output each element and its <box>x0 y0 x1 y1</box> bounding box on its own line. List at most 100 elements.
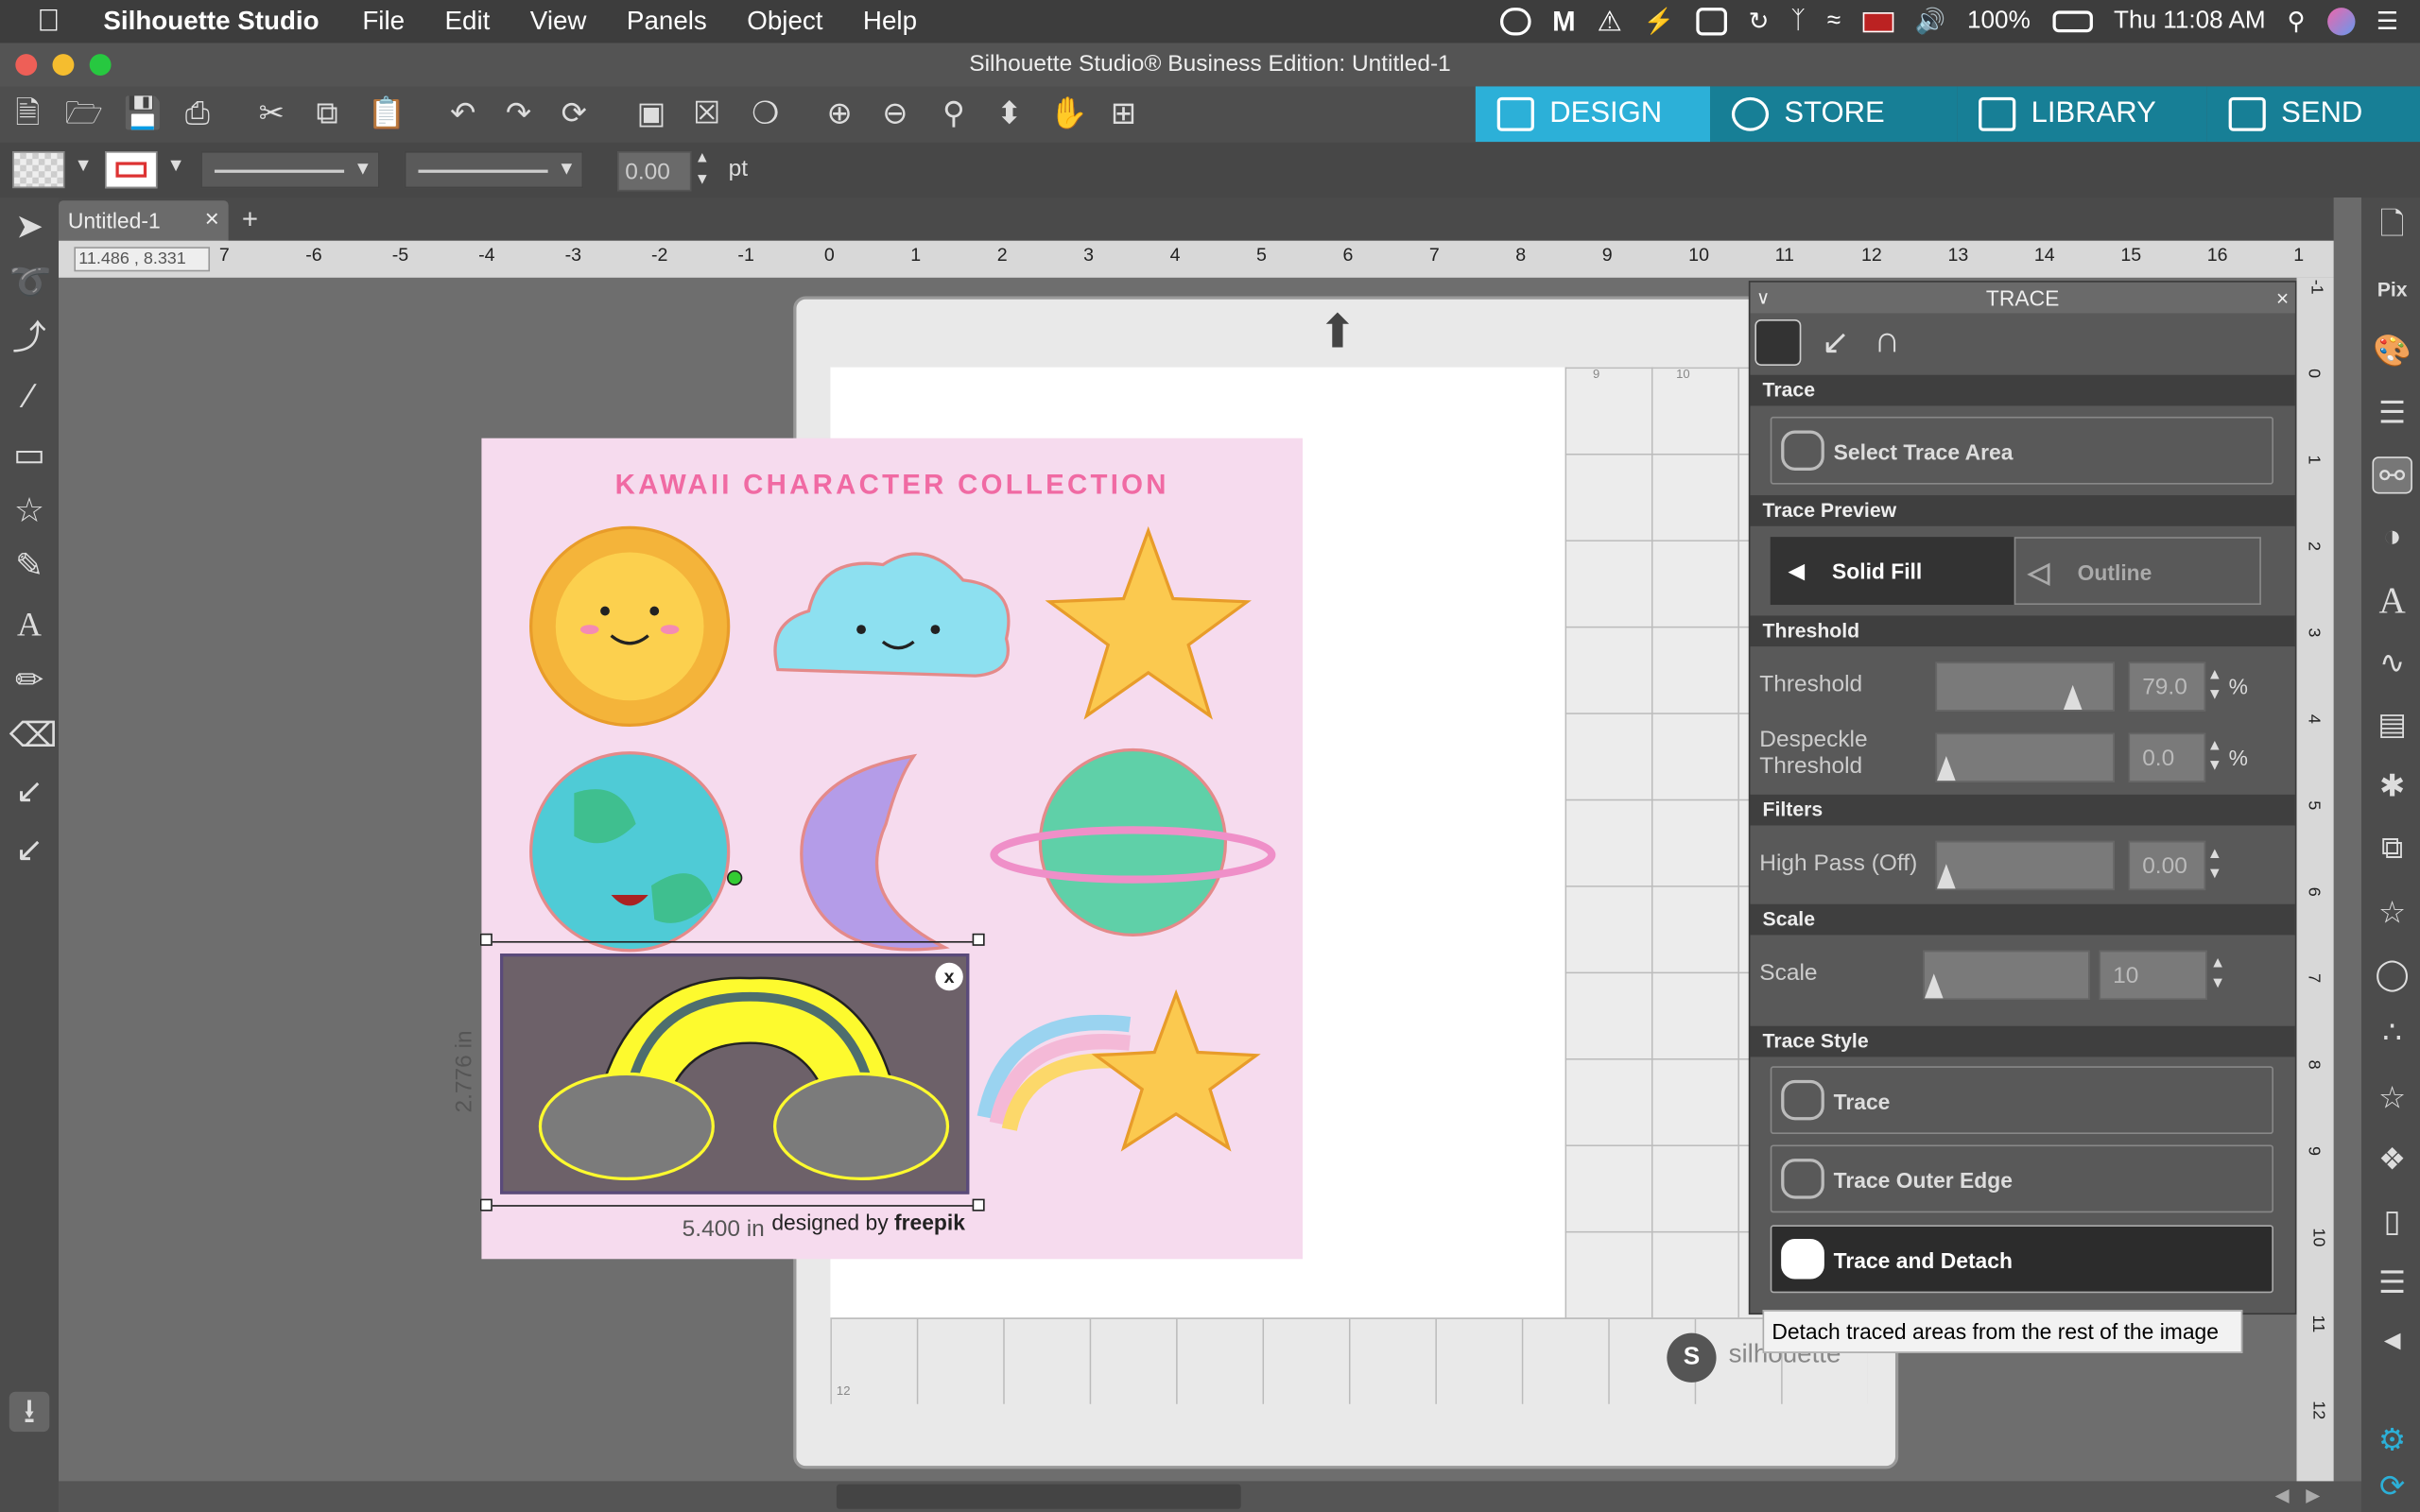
collapse-panel-icon[interactable]: ∨ <box>1756 283 1770 314</box>
fill-swatch[interactable] <box>12 151 65 189</box>
new-document-icon[interactable]: 🗎 <box>9 95 46 132</box>
cloud-icon[interactable] <box>1499 8 1531 36</box>
resize-handle-top-left[interactable] <box>479 933 493 946</box>
collapse-arrow-icon[interactable]: ◀ <box>2372 1321 2411 1358</box>
trace-panel-icon[interactable]: ⚯ <box>2372 456 2412 494</box>
high-pass-input[interactable]: 0.00 <box>2128 840 2206 891</box>
threshold-input[interactable]: 79.0 <box>2128 662 2206 712</box>
scroll-thumb[interactable] <box>836 1484 1241 1509</box>
ungroup-icon[interactable]: ☒ <box>688 95 725 132</box>
redraw-icon[interactable]: ⟳ <box>556 95 593 132</box>
line-width-input[interactable]: 0.00 <box>617 151 692 192</box>
pixscan-icon[interactable]: Pix <box>2372 271 2411 308</box>
battery-icon[interactable] <box>2051 10 2093 33</box>
compound-path-icon[interactable]: ❍ <box>747 95 784 132</box>
alert-icon[interactable]: ⚠ <box>1598 6 1622 38</box>
notification-icon[interactable]: ☰ <box>2377 7 2398 38</box>
trace-mode-tab[interactable] <box>1754 318 1802 366</box>
zoom-select-icon[interactable]: ⚲ <box>935 95 972 132</box>
select-arrow-icon[interactable]: ➤ <box>9 207 49 247</box>
menu-edit[interactable]: Edit <box>445 7 491 38</box>
despeckle-slider[interactable] <box>1935 732 2115 782</box>
rectangle-tool-icon[interactable]: ▭ <box>9 435 49 474</box>
eyedropper-tool-icon[interactable]: ↙ <box>9 830 49 869</box>
menu-file[interactable]: File <box>362 7 405 38</box>
resize-handle-bottom-right[interactable] <box>972 1198 985 1211</box>
outline-button[interactable]: ◁ Outline <box>2014 537 2261 606</box>
fit-to-window-icon[interactable]: ⊞ <box>1105 95 1142 132</box>
tab-library[interactable]: LIBRARY <box>1957 86 2207 143</box>
text-tool-icon[interactable]: A <box>9 605 49 644</box>
time-machine-icon[interactable]: ↻ <box>1749 7 1770 38</box>
dots-icon[interactable]: ∴ <box>2372 1015 2411 1052</box>
m-icon[interactable]: M <box>1552 6 1575 38</box>
open-folder-icon[interactable]: 🗁 <box>65 95 104 132</box>
close-panel-icon[interactable]: × <box>2276 283 2289 314</box>
add-tab-button[interactable]: + <box>234 200 266 237</box>
point-edit-icon[interactable]: ➰ <box>9 263 52 302</box>
volume-icon[interactable]: 🔊 <box>1915 7 1946 38</box>
solid-fill-button[interactable]: ◄ Solid Fill <box>1770 537 2014 606</box>
despeckle-input[interactable]: 0.0 <box>2128 732 2206 782</box>
high-pass-thumb[interactable] <box>1937 864 1956 889</box>
line-end-select[interactable]: ▼ <box>404 151 584 189</box>
airplay-icon[interactable] <box>1696 8 1727 36</box>
threshold-slider[interactable] <box>1935 662 2115 712</box>
siri-icon[interactable] <box>2326 8 2355 36</box>
scale-input[interactable]: 10 <box>2099 950 2207 1000</box>
search-icon[interactable]: ⚲ <box>2288 7 2306 38</box>
bolt-icon[interactable]: ⚡ <box>1644 7 1675 38</box>
despeckle-thumb[interactable] <box>1937 756 1956 782</box>
select-trace-area-button[interactable]: Select Trace Area <box>1770 416 2273 485</box>
star-outline-icon[interactable]: ☆ <box>2372 1080 2411 1117</box>
polygon-tool-icon[interactable]: ☆ <box>9 490 49 530</box>
magnet-mode-icon[interactable]: ∩ <box>1874 319 1900 363</box>
menu-object[interactable]: Object <box>747 7 822 38</box>
eraser-tool-icon[interactable]: ⌫ <box>9 716 58 756</box>
line-color-swatch[interactable] <box>105 151 158 189</box>
menu-view[interactable]: View <box>530 7 587 38</box>
eyedropper-mode-icon[interactable]: ↙ <box>1822 322 1850 362</box>
pan-hand-icon[interactable]: ✋ <box>1049 95 1088 132</box>
horizontal-scrollbar[interactable]: ◀ ▶ <box>59 1481 2362 1512</box>
contrast-icon[interactable]: ◑ <box>2372 519 2411 556</box>
transform-icon[interactable]: ✱ <box>2372 768 2411 805</box>
pencil-tool-icon[interactable]: ✎ <box>9 546 49 586</box>
tab-untitled-1[interactable]: Untitled-1 × <box>59 200 229 241</box>
import-tray-icon[interactable]: ⭳ <box>9 1391 50 1433</box>
line-color-dropdown-icon[interactable]: ▼ <box>166 154 184 176</box>
threshold-thumb[interactable] <box>2064 684 2083 711</box>
redo-icon[interactable]: ↷ <box>500 95 537 132</box>
scroll-right-icon[interactable]: ▶ <box>2306 1485 2320 1506</box>
align-icon[interactable]: ▤ <box>2372 707 2411 744</box>
line-style-select[interactable]: ▼ <box>200 151 380 189</box>
wifi-icon[interactable]: ≈ <box>1827 8 1841 35</box>
tab-store[interactable]: STORE <box>1710 86 1958 143</box>
fill-dropdown-icon[interactable]: ▼ <box>74 154 92 176</box>
app-name[interactable]: Silhouette Studio <box>103 7 319 38</box>
menu-help[interactable]: Help <box>863 7 917 38</box>
clock[interactable]: Thu 11:08 AM <box>2114 8 2266 35</box>
resize-handle-bottom-left[interactable] <box>479 1198 493 1211</box>
line-tool-icon[interactable]: ∕ <box>9 376 49 416</box>
puzzle-icon[interactable]: ❖ <box>2372 1142 2411 1178</box>
close-tab-icon[interactable]: × <box>205 200 219 240</box>
text-style-icon[interactable]: A <box>2372 583 2411 620</box>
replicate-icon[interactable]: ⧉ <box>2372 830 2411 867</box>
copy-icon[interactable]: ⧉ <box>309 95 346 132</box>
trace-button[interactable]: Trace <box>1770 1066 2273 1135</box>
fit-page-icon[interactable]: ⬍ <box>991 95 1028 132</box>
threshold-stepper[interactable]: ▲ ▼ <box>2207 665 2222 705</box>
resize-handle-top-right[interactable] <box>972 933 985 946</box>
cut-icon[interactable]: ✂ <box>253 95 290 132</box>
page-setup-icon[interactable]: 🗋 <box>2372 207 2411 244</box>
flag-icon[interactable] <box>1862 11 1893 32</box>
layers-icon[interactable]: ▯ <box>2372 1204 2411 1241</box>
close-window-button[interactable] <box>15 54 38 77</box>
line-style-panel-icon[interactable]: ☰ <box>2372 395 2411 432</box>
hatch-icon[interactable]: ☰ <box>2372 1265 2411 1302</box>
tab-send[interactable]: SEND <box>2206 86 2420 143</box>
menu-panels[interactable]: Panels <box>627 7 707 38</box>
high-pass-slider[interactable] <box>1935 840 2115 891</box>
sketch-icon[interactable]: ∿ <box>2372 644 2411 681</box>
